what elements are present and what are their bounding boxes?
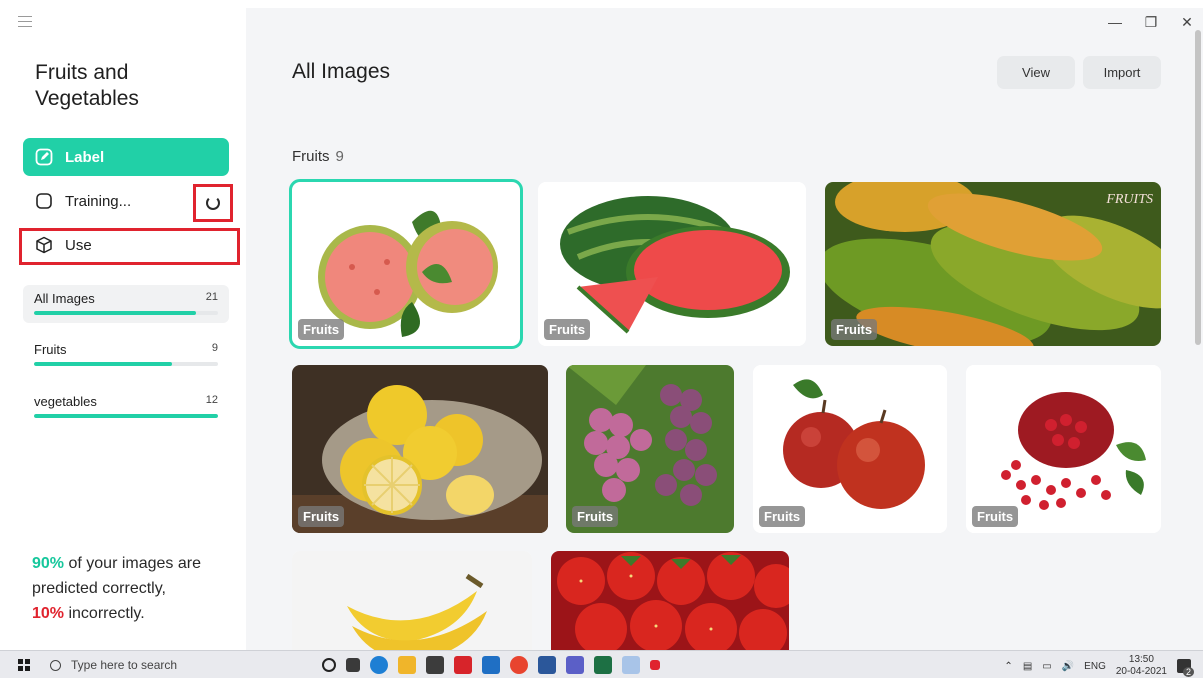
category-name: vegetables [34, 394, 97, 409]
image-tile-apples[interactable]: Fruits [753, 365, 947, 533]
paint-icon[interactable] [622, 656, 640, 674]
category-vegetables[interactable]: vegetables 12 [23, 388, 229, 426]
taskbar-search[interactable]: Type here to search [50, 655, 310, 675]
image-tile-pomegranate[interactable]: Fruits [966, 365, 1161, 533]
chrome-icon[interactable] [510, 656, 528, 674]
sidebar: Fruits and Vegetables Label Training... … [0, 0, 246, 650]
nav-label-text: Label [65, 148, 105, 166]
app-red-icon[interactable] [454, 656, 472, 674]
project-title: Fruits and Vegetables [35, 61, 139, 110]
app-small-icon[interactable] [650, 660, 660, 670]
strawberries-image [551, 551, 789, 650]
clock-time: 13:50 [1128, 654, 1154, 665]
scrollbar[interactable] [1195, 30, 1201, 345]
import-button[interactable]: Import [1083, 56, 1161, 89]
search-icon [50, 659, 61, 671]
bananas-image [292, 551, 532, 650]
edge-icon[interactable] [370, 656, 388, 674]
nav-label-button[interactable]: Label [23, 138, 229, 176]
view-button[interactable]: View [997, 56, 1075, 89]
category-progress-bar [34, 414, 218, 418]
clock[interactable]: 13:50 20-04-2021 [1116, 654, 1167, 678]
close-icon[interactable]: ✕ [1179, 14, 1195, 31]
notification-icon[interactable]: 2 [1177, 659, 1194, 677]
window-controls: — ❐ ✕ [1107, 14, 1195, 31]
image-tile-bananas[interactable] [292, 551, 532, 650]
category-name: All Images [34, 291, 95, 306]
category-progress-bar [34, 362, 218, 366]
file-explorer-icon[interactable] [398, 656, 416, 674]
category-progress-bar [34, 311, 218, 315]
excel-icon[interactable] [594, 656, 612, 674]
image-tag: Fruits [572, 506, 619, 527]
image-tag: Fruits [298, 319, 345, 340]
clock-date: 20-04-2021 [1115, 666, 1167, 677]
teams-icon[interactable] [566, 656, 584, 674]
category-name: Fruits [34, 342, 67, 357]
main-panel: — ❐ ✕ All Images View Import Fruits 9 Fru… [246, 8, 1203, 650]
page-title: All Images [292, 60, 391, 83]
section-header: Fruits 9 [292, 148, 344, 165]
checkbox-icon [35, 192, 53, 210]
category-count: 12 [205, 394, 218, 406]
use-highlight-box [19, 228, 240, 265]
category-count: 9 [211, 342, 218, 354]
image-tile-lemons[interactable]: Fruits [292, 365, 548, 533]
progress-fill [34, 414, 218, 418]
category-fruits[interactable]: Fruits 9 [23, 336, 229, 374]
search-placeholder: Type here to search [71, 658, 178, 672]
battery-icon[interactable]: ▭ [1042, 661, 1051, 672]
progress-fill [34, 311, 196, 315]
image-tag: Fruits [544, 319, 591, 340]
section-name: Fruits [292, 148, 330, 165]
image-tag: Fruits [298, 506, 345, 527]
nav-training-text: Training... [65, 192, 132, 210]
system-tray: ⌃ ▤ ▭ 🔊 ENG 13:50 20-04-2021 2 [1004, 654, 1194, 678]
image-tag: Fruits [759, 506, 806, 527]
store-icon[interactable] [426, 656, 444, 674]
loading-spinner-icon [206, 196, 220, 210]
windows-taskbar: Type here to search ⌃ ▤ ▭ 🔊 ENG 13:50 20… [0, 650, 1203, 678]
word-icon[interactable] [538, 656, 556, 674]
network-icon[interactable]: ▤ [1023, 661, 1032, 672]
taskbar-apps [322, 656, 660, 674]
cortana-icon[interactable] [322, 658, 336, 672]
app-window: Fruits and Vegetables Label Training... … [0, 0, 1203, 650]
correct-percentage: 90% [32, 555, 65, 572]
windows-start-icon[interactable] [18, 659, 30, 671]
image-tile-guava[interactable]: Fruits [289, 179, 523, 349]
language-indicator[interactable]: ENG [1084, 661, 1106, 672]
section-count: 9 [335, 148, 344, 165]
watermark-text: FRUITS [1106, 192, 1153, 207]
volume-icon[interactable]: 🔊 [1062, 661, 1074, 672]
image-tag: Fruits [972, 506, 1019, 527]
edit-icon [35, 148, 53, 166]
training-spinner-highlight [193, 184, 233, 222]
minimize-icon[interactable]: — [1107, 14, 1123, 31]
image-tag: Fruits [831, 319, 878, 340]
accuracy-summary: 90% of your images are predicted correct… [32, 551, 232, 626]
incorrect-percentage: 10% [32, 605, 65, 622]
task-view-icon[interactable] [346, 658, 360, 672]
image-tile-grapes[interactable]: Fruits [566, 365, 734, 533]
image-tile-strawberries[interactable] [551, 551, 789, 650]
category-count: 21 [205, 291, 218, 303]
hamburger-menu-icon[interactable] [18, 16, 32, 28]
mail-icon[interactable] [482, 656, 500, 674]
image-tile-watermelon[interactable]: Fruits [538, 182, 806, 346]
image-tile-papaya[interactable]: FRUITS Fruits [825, 182, 1161, 346]
maximize-icon[interactable]: ❐ [1143, 14, 1159, 31]
notification-count: 2 [1182, 667, 1194, 677]
incorrect-text: incorrectly. [64, 605, 145, 622]
progress-fill [34, 362, 172, 366]
category-all-images[interactable]: All Images 21 [23, 285, 229, 323]
chevron-up-icon[interactable]: ⌃ [1004, 661, 1012, 672]
